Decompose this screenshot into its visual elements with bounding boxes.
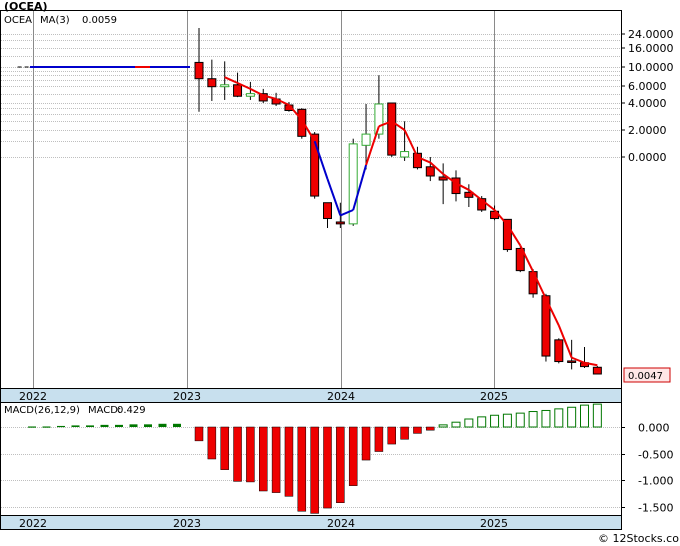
macd-bar xyxy=(361,426,371,461)
date-bar-top xyxy=(0,388,622,403)
macd-bar xyxy=(387,426,396,445)
macd-bar xyxy=(86,425,94,427)
macd-bar xyxy=(400,426,409,440)
candle-down xyxy=(592,366,602,375)
macd-bar xyxy=(438,424,448,428)
macd-bar xyxy=(592,403,602,428)
macd-title: MACD(26,12,9) xyxy=(4,405,80,416)
price-tick-label: 0.0000 xyxy=(628,151,667,164)
macd-bar xyxy=(374,426,384,452)
candle-up xyxy=(245,93,255,97)
macd-bar xyxy=(129,424,138,427)
candle-up xyxy=(374,103,384,135)
macd-bar xyxy=(502,413,512,428)
price-tick-label: 16.0000 xyxy=(628,42,674,55)
macd-bar xyxy=(28,426,36,428)
macd-tick-label: -1.000 xyxy=(638,475,673,488)
candle-down xyxy=(425,166,435,177)
candle-down xyxy=(554,339,564,363)
legend-ma-label: MA(3) xyxy=(40,15,70,26)
macd-bar xyxy=(310,426,319,514)
macd-bar xyxy=(554,408,564,428)
date-label: 2025 xyxy=(480,517,508,530)
last-price-label: 0.0047 xyxy=(628,371,663,382)
macd-bar xyxy=(490,414,500,428)
date-label: 2023 xyxy=(173,390,201,403)
date-label: 2024 xyxy=(327,390,355,403)
price-y-axis: 24.000016.0000 10.0000 6.0000 4.0000 2.0000 0… xyxy=(621,28,674,164)
macd-bar xyxy=(477,416,487,428)
macd-bar xyxy=(348,426,358,486)
macd-tick-label: -0.500 xyxy=(638,449,673,462)
macd-bar xyxy=(71,425,80,427)
stock-chart: 24.000016.0000 10.0000 6.0000 4.0000 2.0000 0… xyxy=(0,0,680,545)
date-label: 2022 xyxy=(19,390,47,403)
price-tick-label: 10.0000 xyxy=(628,61,674,74)
macd-bar xyxy=(271,426,281,493)
macd-bar xyxy=(220,426,229,470)
macd-bar xyxy=(451,421,461,428)
macd-bar xyxy=(580,404,589,428)
macd-bar xyxy=(528,411,538,428)
macd-bar xyxy=(284,426,294,497)
chart-title: (OCEA) xyxy=(4,0,48,13)
macd-tick-label: -1.500 xyxy=(638,502,673,515)
macd-bar xyxy=(541,409,551,428)
price-tick-label: 2.0000 xyxy=(628,124,667,137)
date-label: 2024 xyxy=(327,517,355,530)
macd-bar xyxy=(173,423,181,427)
macd-bar xyxy=(158,423,167,427)
candle-down xyxy=(387,102,397,156)
date-label: 2025 xyxy=(480,390,508,403)
date-label: 2023 xyxy=(173,517,201,530)
macd-y-axis: 0.000 -0.500 -1.000 -1.500 xyxy=(621,422,673,515)
macd-tick-label: 0.000 xyxy=(638,422,670,435)
macd-bar xyxy=(194,426,204,442)
macd-bar xyxy=(115,424,123,427)
macd-bar xyxy=(144,424,152,427)
macd-bar xyxy=(207,426,217,460)
macd-bar xyxy=(246,426,255,483)
macd-bar xyxy=(426,426,435,431)
date-bar-bottom xyxy=(0,515,622,530)
macd-bar xyxy=(100,424,109,427)
price-tick-label: 6.0000 xyxy=(628,80,667,93)
price-tick-label: 24.0000 xyxy=(628,28,674,41)
candle-up xyxy=(400,151,410,158)
macd-bar xyxy=(464,418,474,428)
candle-down xyxy=(528,271,538,295)
macd-bar xyxy=(297,426,307,512)
candle-down xyxy=(233,84,243,97)
candle-down xyxy=(323,202,332,220)
macd-bar xyxy=(233,426,242,482)
macd-bar xyxy=(42,426,51,428)
candle-down xyxy=(207,78,217,88)
candle-down xyxy=(438,176,448,181)
price-tick-label: 4.0000 xyxy=(628,97,667,110)
candle-down xyxy=(335,221,345,225)
macd-bar xyxy=(413,426,422,434)
macd-bar xyxy=(567,406,577,428)
watermark: © 12Stocks.com xyxy=(598,532,680,545)
legend-ticker: OCEA xyxy=(4,15,32,26)
macd-indicator-value: 0.429 xyxy=(117,405,146,416)
candle-down xyxy=(194,61,204,80)
legend-ma-value: 0.0059 xyxy=(82,15,117,26)
macd-bar xyxy=(259,426,268,492)
candle-up xyxy=(220,84,230,88)
date-label: 2022 xyxy=(19,517,47,530)
macd-bar xyxy=(57,425,65,428)
candle-up xyxy=(361,133,371,146)
candle-down xyxy=(567,360,577,363)
macd-bar xyxy=(336,426,345,503)
macd-bar xyxy=(515,412,525,428)
macd-bar xyxy=(323,426,332,509)
